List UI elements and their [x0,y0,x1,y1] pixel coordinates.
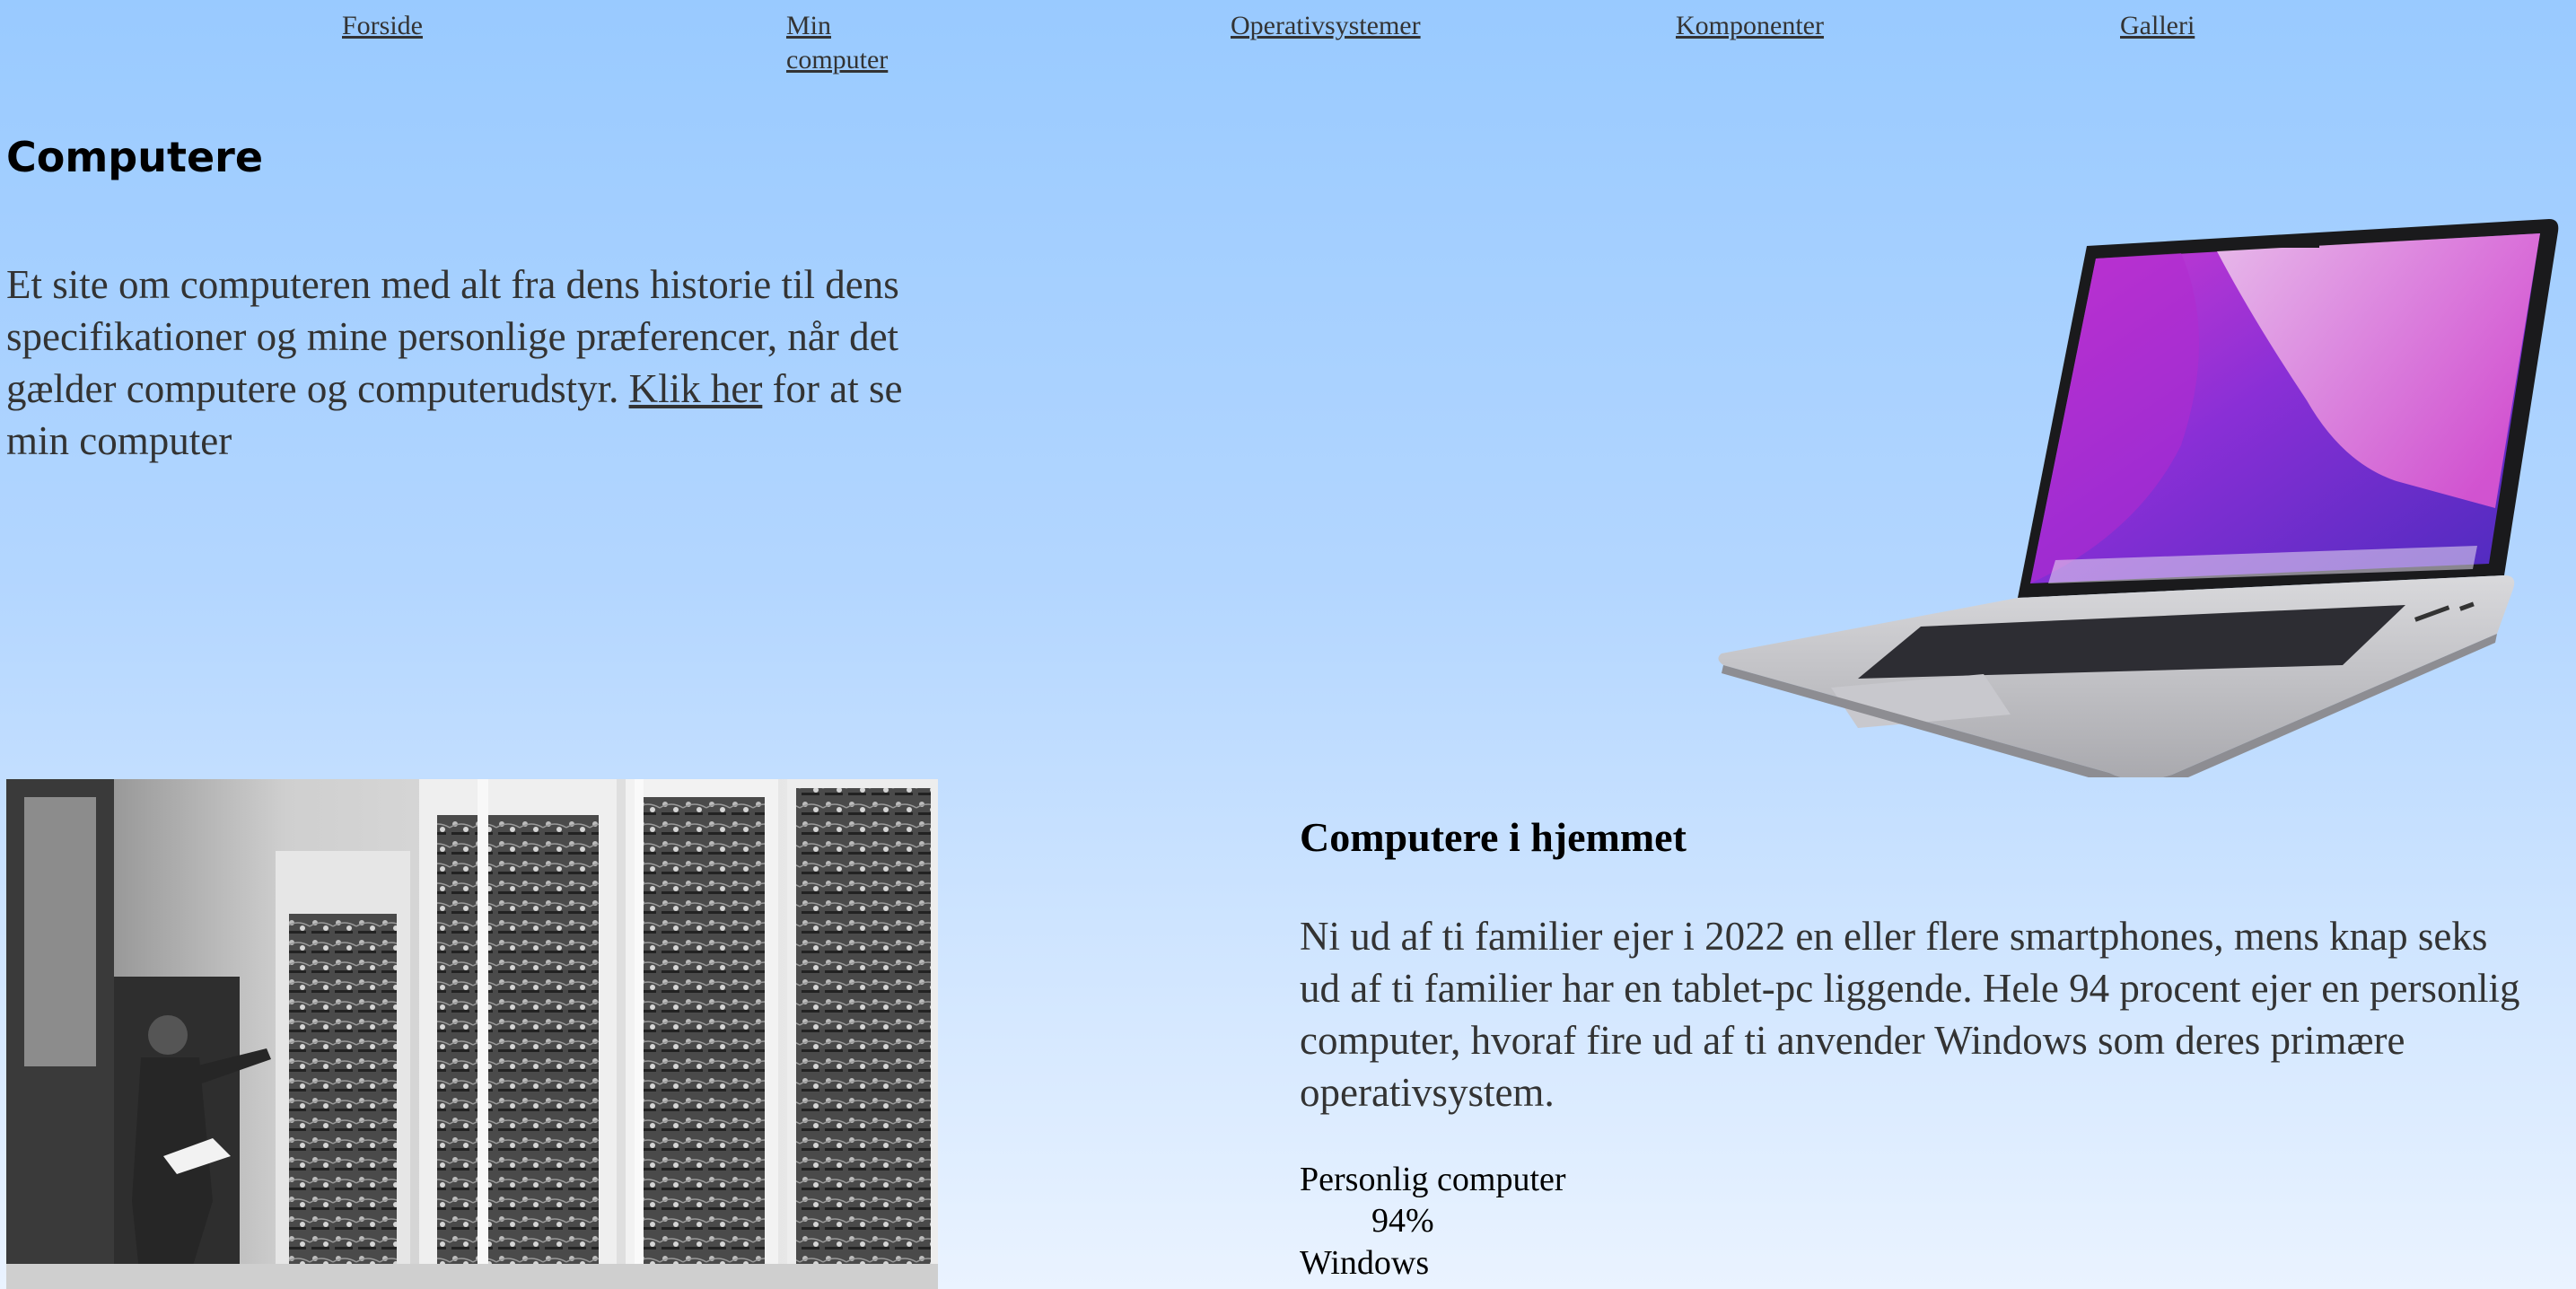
home-section-text: Ni ud af ti familier ejer i 2022 en elle… [1300,914,2520,1115]
stat-label-personlig-computer: Personlig computer [1300,1161,1566,1198]
stat-label-windows: Windows [1300,1244,1430,1282]
intro-text: Et site om computeren med alt fra dens h… [6,262,899,411]
stat-value-personlig-computer: 94% [1371,1202,1434,1240]
nav-link-galleri[interactable]: Galleri [2120,9,2195,43]
page-title: Computere [6,133,264,181]
mainframe-photo [6,779,938,1289]
nav-link-min-computer[interactable]: Min computer [786,9,939,77]
nav-link-komponenter[interactable]: Komponenter [1676,9,1824,43]
min-computer-link[interactable]: Klik her [629,366,763,411]
nav-link-operativsystemer[interactable]: Operativsystemer [1231,9,1421,43]
home-section-title: Computere i hjemmet [1300,814,1687,860]
intro-paragraph: Et site om computeren med alt fra dens h… [6,259,940,467]
main-nav: Forside Min computer Operativsystemer Ko… [0,0,2576,81]
nav-link-forside[interactable]: Forside [342,9,423,43]
laptop-image [1718,219,2559,777]
